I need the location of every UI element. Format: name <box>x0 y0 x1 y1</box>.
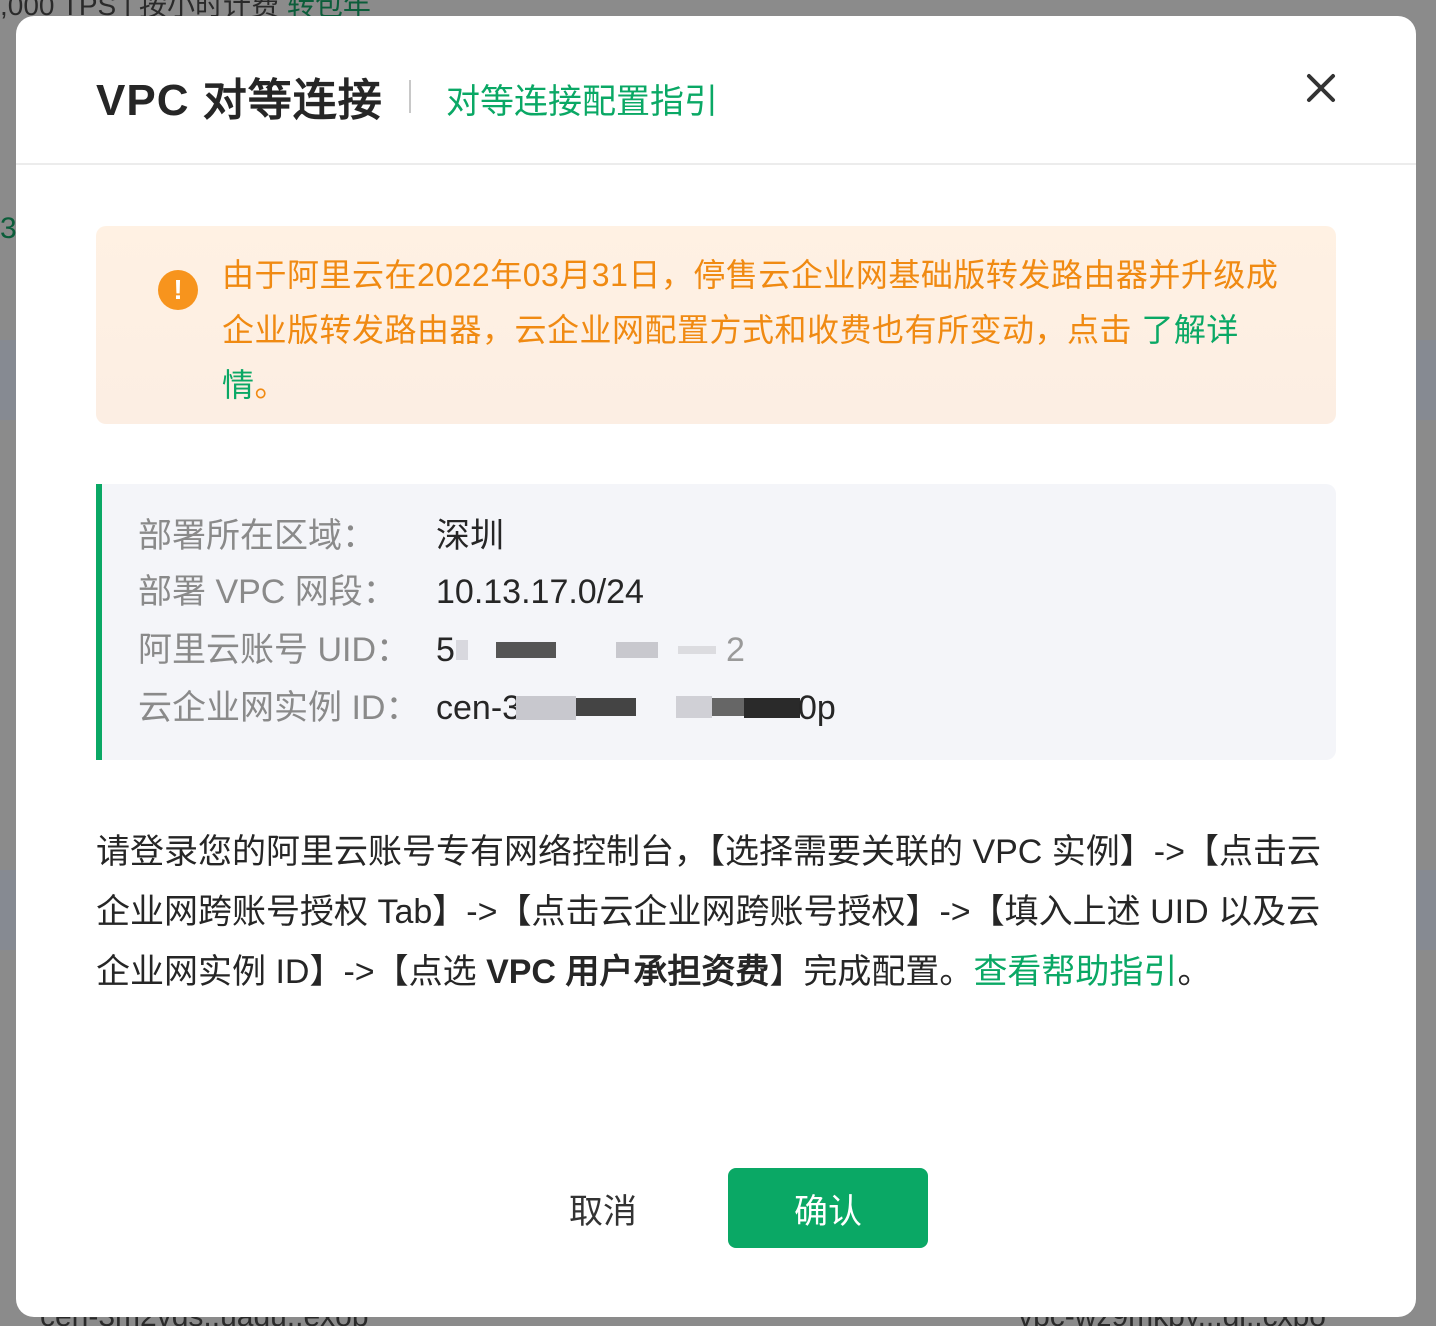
vpc-pays-option: VPC 用户承担资费 <box>486 953 770 991</box>
deployment-info-panel: 部署所在区域： 深圳 部署 VPC 网段： 10.13.17.0/24 阿里云账… <box>96 484 1336 760</box>
configuration-instructions: 请登录您的阿里云账号专有网络控制台，【选择需要关联的 VPC 实例】->【点击云… <box>96 822 1336 1002</box>
notice-alert: ! 由于阿里云在2022年03月31日，停售云企业网基础版转发路由器并升级成企业… <box>96 226 1336 424</box>
redaction-mark <box>712 698 744 716</box>
header-divider <box>409 80 411 113</box>
region-value: 深圳 <box>436 517 504 555</box>
peering-guide-link[interactable]: 对等连接配置指引 <box>446 74 718 123</box>
uid-label: 阿里云账号 UID： <box>138 631 410 669</box>
redaction-mark <box>676 696 712 718</box>
redaction-mark <box>616 642 658 658</box>
dialog-title: VPC 对等连接 <box>96 76 383 125</box>
cancel-button[interactable]: 取消 <box>536 1168 670 1248</box>
vpc-peering-dialog: VPC 对等连接 对等连接配置指引 ! 由于阿里云在2022年03月31日，停售… <box>16 16 1416 1317</box>
redaction-mark <box>744 698 800 718</box>
cen-id-suffix: 0p <box>798 689 836 727</box>
instructions-suffix: 。 <box>1177 953 1212 991</box>
dialog-header: VPC 对等连接 对等连接配置指引 <box>16 16 1416 165</box>
alert-suffix: 。 <box>254 367 288 403</box>
redaction-mark <box>576 698 636 716</box>
redaction-mark <box>516 696 576 720</box>
redaction-mark <box>496 642 556 658</box>
alert-message: 由于阿里云在2022年03月31日，停售云企业网基础版转发路由器并升级成企业版转… <box>222 248 1282 413</box>
vpc-cidr-value: 10.13.17.0/24 <box>436 573 644 611</box>
vpc-cidr-label: 部署 VPC 网段： <box>138 573 397 611</box>
cen-id-label: 云企业网实例 ID： <box>138 689 420 727</box>
uid-prefix: 5 <box>436 631 455 669</box>
instructions-text-end: 】完成配置。 <box>769 953 974 991</box>
background-fragment: 3 <box>0 212 16 245</box>
warning-icon: ! <box>158 270 198 310</box>
uid-value: 5 2 <box>436 628 746 683</box>
help-guide-link[interactable]: 查看帮助指引 <box>973 953 1177 991</box>
cen-id-prefix: cen-3 <box>436 689 522 727</box>
close-icon[interactable] <box>1302 68 1340 106</box>
redaction-mark <box>678 646 716 654</box>
uid-masked-value: 5 2 <box>436 628 746 672</box>
cen-id-value: cen-3 0p <box>436 686 846 741</box>
redaction-mark <box>456 640 468 660</box>
alert-text: 由于阿里云在2022年03月31日，停售云企业网基础版转发路由器并升级成企业版转… <box>222 257 1279 348</box>
region-label: 部署所在区域： <box>138 517 376 555</box>
cen-id-masked-value: cen-3 0p <box>436 686 846 730</box>
uid-suffix: 2 <box>726 631 745 669</box>
confirm-button[interactable]: 确认 <box>728 1168 928 1248</box>
